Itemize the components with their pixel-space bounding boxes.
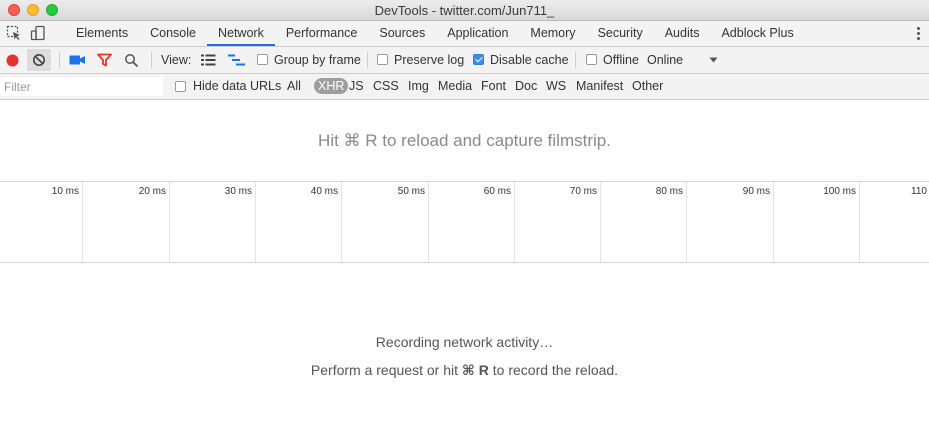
filter-type-ws[interactable]: WS <box>546 79 566 93</box>
tab-application[interactable]: Application <box>436 21 519 46</box>
tab-elements[interactable]: Elements <box>65 21 139 46</box>
filter-bar: Hide data URLs All XHRJS CSS Img Media Font Do… <box>0 74 929 100</box>
reload-hint-key: ⌘ R <box>461 362 489 378</box>
tab-security[interactable]: Security <box>587 21 654 46</box>
disable-cache-checkbox[interactable] <box>473 54 484 65</box>
tab-adblock-plus[interactable]: Adblock Plus <box>710 21 804 46</box>
offline-checkbox[interactable] <box>586 54 597 65</box>
filter-type-css[interactable]: CSS <box>373 79 399 93</box>
timeline-gridline <box>0 182 860 262</box>
waterfall-overview-icon[interactable] <box>228 54 245 67</box>
filter-type-doc[interactable]: Doc <box>515 79 537 93</box>
search-icon[interactable] <box>124 53 139 68</box>
network-throttling-select[interactable]: Online <box>647 47 722 73</box>
filter-type-media[interactable]: Media <box>438 79 472 93</box>
filter-type-xhr[interactable]: XHR <box>314 78 349 94</box>
group-by-frame-label: Group by frame <box>274 53 361 67</box>
recording-status: Recording network activity… <box>375 334 554 350</box>
dropdown-arrow-icon <box>709 57 718 63</box>
filter-type-manifest[interactable]: Manifest <box>576 79 623 93</box>
view-label: View: <box>161 53 192 67</box>
tab-network[interactable]: Network <box>206 21 275 46</box>
capture-screenshots-icon[interactable] <box>69 54 86 66</box>
filmstrip-message: Hit ⌘ R to reload and capture filmstrip. <box>318 131 611 150</box>
throttling-value: Online <box>647 53 684 67</box>
filter-type-js[interactable]: JS <box>349 79 364 93</box>
filter-input[interactable] <box>0 77 163 96</box>
timeline-tick-label: 110 <box>911 186 927 197</box>
clear-icon <box>33 54 45 66</box>
reload-hint-prefix: Perform a request or hit <box>310 362 462 378</box>
filter-type-font[interactable]: Font <box>481 79 506 93</box>
inspect-element-icon[interactable] <box>6 25 22 41</box>
tab-sources[interactable]: Sources <box>368 21 436 46</box>
tab-console[interactable]: Console <box>139 21 207 46</box>
offline-label: Offline <box>603 53 639 67</box>
more-options-icon[interactable] <box>917 26 921 42</box>
filter-type-other[interactable]: Other <box>632 79 663 93</box>
preserve-log-label: Preserve log <box>394 53 465 67</box>
tab-memory[interactable]: Memory <box>519 21 586 46</box>
hide-data-urls-label: Hide data URLs <box>193 79 282 93</box>
hide-data-urls-checkbox[interactable] <box>175 81 186 92</box>
reload-hint-suffix: to record the reload. <box>488 362 619 378</box>
window-title: DevTools - twitter.com/Jun711_ <box>374 3 555 18</box>
tab-audits[interactable]: Audits <box>654 21 711 46</box>
filter-icon[interactable] <box>97 53 112 67</box>
title-bar: DevTools - twitter.com/Jun711_ <box>0 0 929 21</box>
tab-performance[interactable]: Performance <box>275 21 369 46</box>
filter-type-all[interactable]: All <box>287 79 301 93</box>
timeline-tick-label: 100 ms <box>823 186 856 197</box>
network-toolbar: View: Group by frame Preserve log Disabl… <box>0 47 929 74</box>
group-by-frame-checkbox[interactable] <box>257 54 268 65</box>
filter-type-img[interactable]: Img <box>408 79 429 93</box>
device-toolbar-icon[interactable] <box>30 25 46 41</box>
reload-hint: Perform a request or hit ⌘ R to record t… <box>0 362 929 379</box>
clear-button[interactable] <box>27 49 51 71</box>
record-icon[interactable] <box>5 53 20 68</box>
disable-cache-label: Disable cache <box>490 53 569 67</box>
timeline-overview[interactable]: 10 ms 20 ms 30 ms 40 ms 50 ms 60 ms 70 ms 80 ms… <box>0 181 929 263</box>
large-rows-icon[interactable] <box>201 54 216 66</box>
panel-tab-bar: Elements Console Network Performance Sources… <box>0 21 929 47</box>
preserve-log-checkbox[interactable] <box>377 54 388 65</box>
